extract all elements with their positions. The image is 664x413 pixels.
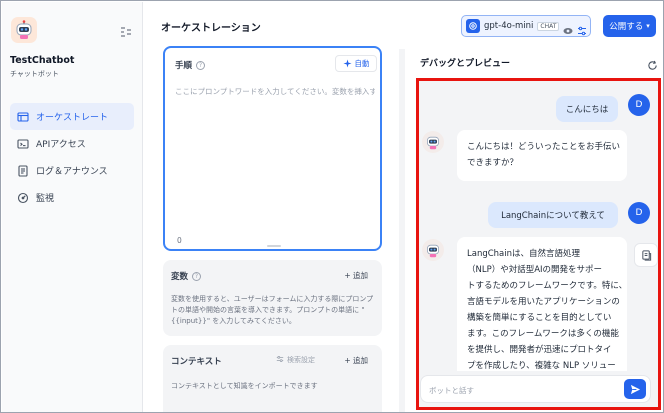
message-text: LangChainについて教えて xyxy=(501,211,605,221)
user-avatar: D xyxy=(628,94,650,116)
sparkle-icon xyxy=(342,59,352,68)
sidebar-item-api-access[interactable]: APIアクセス xyxy=(10,130,134,157)
sidebar-item-logs[interactable]: ログ＆アナウンス xyxy=(10,157,134,184)
message-line: を提供し、開発者が迅速にプロトタイ xyxy=(467,345,612,355)
settings-sliders-icon xyxy=(276,356,284,362)
chat-input[interactable]: ボットと話す xyxy=(420,375,651,403)
message-line: トするためのフレームワークです。特に、 xyxy=(467,281,627,291)
chat-input-placeholder: ボットと話す xyxy=(429,386,474,395)
app-type: チャットボット xyxy=(10,70,59,78)
message-line: 言語モデルを用いたアプリケーションの xyxy=(467,297,620,307)
help-icon[interactable]: ? xyxy=(196,61,206,70)
send-icon xyxy=(630,384,640,394)
instructions-label-text: 手順 xyxy=(175,61,193,71)
bot-avatar xyxy=(422,131,444,153)
instructions-card: 手順? 自動 ここにプロンプトワードを入力してください。変数を挿入す... 0 xyxy=(163,46,382,251)
add-context-button[interactable]: + 追加 xyxy=(344,355,368,366)
context-card: コンテキスト 検索設定 + 追加 コンテキストとして知識をインポートできます xyxy=(163,345,382,412)
openai-logo-icon xyxy=(466,19,480,33)
model-name: gpt-4o-mini xyxy=(484,21,534,31)
variables-label: 変数? xyxy=(171,270,202,282)
variables-description: 変数を使用すると、ユーザーはフォームに入力する際にプロンプトの単語や開始の言葉を… xyxy=(171,295,374,325)
instructions-input[interactable]: ここにプロンプトワードを入力してください。変数を挿入す... xyxy=(175,86,375,97)
bot-message: こんにちは！どういったことをお手伝い できますか？ xyxy=(457,130,627,181)
instructions-label: 手順? xyxy=(175,59,206,71)
add-variable-button[interactable]: + 追加 xyxy=(344,270,368,281)
chevron-down-icon: ▾ xyxy=(646,22,650,30)
message-line: （NLP）や対話型AIの開発をサポー xyxy=(467,265,603,275)
message-line: こんにちは！どういったことをお手伝い xyxy=(467,142,621,152)
debug-preview-title: デバッグとプレビュー xyxy=(420,59,511,69)
auto-generate-button[interactable]: 自動 xyxy=(335,55,377,72)
robot-app-icon xyxy=(11,17,37,43)
char-count: 0 xyxy=(177,236,182,245)
user-avatar: D xyxy=(628,202,650,224)
pane-resize-handle[interactable] xyxy=(399,49,405,412)
log-document-icon xyxy=(16,164,30,178)
copy-message-icon[interactable] xyxy=(634,243,658,267)
sidebar: TestChatbot チャットボット オーケストレート APIアクセス ログ＆… xyxy=(2,2,143,412)
context-label: コンテキスト xyxy=(171,357,222,367)
sidebar-item-label: APIアクセス xyxy=(36,140,86,150)
context-description: コンテキストとして知識をインポートできます xyxy=(171,382,318,390)
auto-button-label: 自動 xyxy=(354,59,370,68)
sidebar-collapse-icon[interactable] xyxy=(119,24,133,38)
publish-button[interactable]: 公開する ▾ xyxy=(603,15,656,37)
model-selector[interactable]: gpt-4o-mini CHAT xyxy=(461,15,591,37)
robot-avatar-icon xyxy=(427,244,439,258)
user-message: LangChainについて教えて xyxy=(488,202,618,228)
sidebar-item-label: オーケストレート xyxy=(36,113,109,123)
robot-avatar-icon xyxy=(427,136,439,150)
resize-handle[interactable] xyxy=(267,245,281,247)
sidebar-item-label: 監視 xyxy=(36,194,55,204)
retrieval-settings-button[interactable]: 検索設定 xyxy=(276,355,315,365)
model-mode-tag: CHAT xyxy=(537,21,560,31)
message-text: こんにちは xyxy=(565,105,609,115)
page-title: オーケストレーション xyxy=(161,23,261,34)
publish-button-label: 公開する xyxy=(609,22,644,32)
message-line: プを作成したり、複雑な NLP ソリュー xyxy=(467,361,616,371)
message-line: ます。このフレームワークは多くの機能 xyxy=(467,329,619,339)
sliders-settings-icon[interactable] xyxy=(577,21,587,36)
sidebar-item-orchestrate[interactable]: オーケストレート xyxy=(10,103,134,130)
bot-avatar xyxy=(422,239,444,261)
app-window: TestChatbot チャットボット オーケストレート APIアクセス ログ＆… xyxy=(0,0,664,413)
api-terminal-icon xyxy=(16,137,30,151)
refresh-icon[interactable] xyxy=(647,56,658,70)
sidebar-item-monitor[interactable]: 監視 xyxy=(10,184,134,211)
user-message: こんにちは xyxy=(556,96,618,122)
app-name: TestChatbot xyxy=(10,55,75,66)
message-line: LangChainは、自然言語処理 xyxy=(467,249,581,259)
message-line: できますか？ xyxy=(467,158,519,168)
send-button[interactable] xyxy=(624,379,646,399)
terminal-window-icon xyxy=(16,110,30,124)
variables-label-text: 変数 xyxy=(171,272,189,282)
eye-icon xyxy=(563,21,573,34)
message-line: 構築を簡単にすることを目的としてい xyxy=(467,313,612,323)
help-icon[interactable]: ? xyxy=(192,272,202,281)
retrieval-settings-label: 検索設定 xyxy=(287,356,315,364)
sidebar-nav: オーケストレート APIアクセス ログ＆アナウンス 監視 xyxy=(10,103,134,211)
bot-message: LangChainは、自然言語処理 （NLP）や対話型AIの開発をサポー トする… xyxy=(457,237,627,371)
monitor-gauge-icon xyxy=(16,191,30,205)
variables-card: 変数? + 追加 変数を使用すると、ユーザーはフォームに入力する際にプロンプトの… xyxy=(163,260,382,336)
sidebar-item-label: ログ＆アナウンス xyxy=(36,167,108,177)
